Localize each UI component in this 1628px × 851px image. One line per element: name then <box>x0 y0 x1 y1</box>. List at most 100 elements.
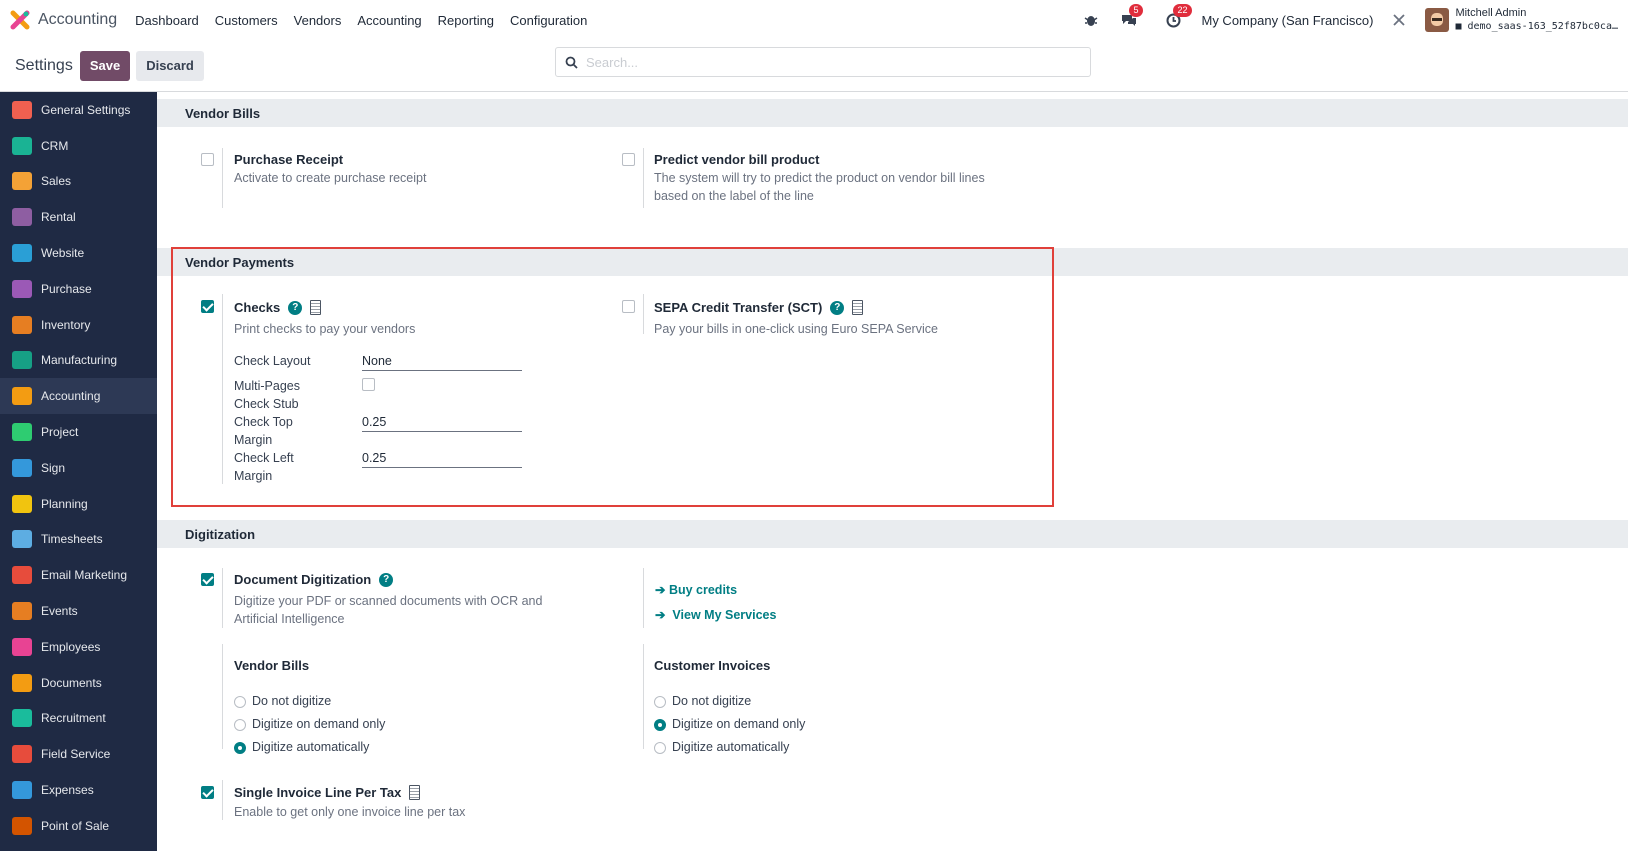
sidebar-item-email-marketing[interactable]: Email Marketing <box>0 557 157 593</box>
messages-icon[interactable]: 5 <box>1119 4 1143 30</box>
sidebar-item-label: Expenses <box>41 783 94 798</box>
expenses-icon <box>12 781 32 800</box>
events-icon <box>12 602 32 621</box>
predict-product-desc-2: based on the label of the line <box>654 189 814 203</box>
sidebar-item-label: Sign <box>41 460 66 475</box>
radio-button[interactable] <box>654 741 666 754</box>
sidebar-item-website[interactable]: Website <box>0 235 157 271</box>
app-name: Accounting <box>38 11 118 28</box>
sales-icon <box>12 172 32 191</box>
user-menu[interactable]: Mitchell Admin ■ demo_saas-163_52f87bc0c… <box>1455 7 1618 33</box>
company-switcher[interactable]: My Company (San Francisco) <box>1201 13 1373 28</box>
multi-pages-label-1: Multi-Pages <box>234 379 300 393</box>
sidebar-item-point-of-sale[interactable]: Point of Sale <box>0 808 157 844</box>
sidebar-item-label: Inventory <box>41 317 91 332</box>
section-header-vendor-bills: Vendor Bills <box>157 99 1628 127</box>
left-margin-field[interactable]: 0.25 <box>362 450 522 468</box>
radio-option[interactable]: Do not digitize <box>654 690 805 713</box>
checks-title-row: Checks ? <box>234 300 322 315</box>
top-margin-field[interactable]: 0.25 <box>362 414 522 432</box>
radio-button-selected[interactable] <box>234 741 246 754</box>
sidebar-item-planning[interactable]: Planning <box>0 486 157 522</box>
divider <box>222 780 223 820</box>
radio-button-selected[interactable] <box>654 718 666 731</box>
radio-button[interactable] <box>234 695 246 708</box>
help-icon[interactable]: ? <box>830 300 845 315</box>
single-line-checkbox[interactable] <box>201 786 214 799</box>
checks-checkbox[interactable] <box>201 300 214 313</box>
menu-configuration[interactable]: Configuration <box>502 13 595 28</box>
save-button[interactable]: Save <box>79 50 131 81</box>
predict-product-checkbox[interactable] <box>622 153 635 166</box>
search-input[interactable] <box>586 54 1066 70</box>
sidebar-item-accounting[interactable]: Accounting <box>0 378 157 415</box>
sidebar-item-rental[interactable]: Rental <box>0 199 157 235</box>
customer-invoices-radio-group: Do not digitize Digitize on demand only … <box>654 690 805 759</box>
radio-button[interactable] <box>234 718 246 731</box>
app-brand[interactable]: Accounting <box>10 10 117 30</box>
menu-customers[interactable]: Customers <box>207 13 286 28</box>
sidebar-item-purchase[interactable]: Purchase <box>0 271 157 307</box>
rental-icon <box>12 208 32 227</box>
menu-reporting[interactable]: Reporting <box>430 13 502 28</box>
sidebar-item-inventory[interactable]: Inventory <box>0 307 157 343</box>
sidebar-item-sales[interactable]: Sales <box>0 164 157 200</box>
activities-icon[interactable]: 22 <box>1163 4 1192 30</box>
sidebar-item-label: Events <box>41 604 78 619</box>
menu-dashboard[interactable]: Dashboard <box>127 13 207 28</box>
purchase-receipt-checkbox[interactable] <box>201 153 214 166</box>
sidebar-item-field-service[interactable]: Field Service <box>0 736 157 772</box>
settings-search[interactable] <box>555 47 1091 77</box>
settings-sidebar: General Settings CRM Sales Rental Website Pur… <box>0 92 157 851</box>
radio-option[interactable]: Digitize on demand only <box>234 713 385 736</box>
bug-icon[interactable] <box>1081 10 1101 30</box>
view-services-link[interactable]: ➔ View My Services <box>655 607 776 623</box>
sidebar-item-general-settings[interactable]: General Settings <box>0 92 157 128</box>
radio-label: Digitize on demand only <box>252 717 386 732</box>
divider <box>643 644 644 749</box>
sidebar-item-sign[interactable]: Sign <box>0 450 157 486</box>
buy-credits-link[interactable]: ➔ Buy credits <box>655 582 737 598</box>
predict-product-desc-1: The system will try to predict the produ… <box>654 171 985 185</box>
activities-badge: 22 <box>1173 4 1192 17</box>
multi-pages-checkbox[interactable] <box>362 378 375 391</box>
radio-option[interactable]: Digitize automatically <box>234 736 385 759</box>
document-digitization-checkbox[interactable] <box>201 573 214 586</box>
sidebar-item-manufacturing[interactable]: Manufacturing <box>0 343 157 379</box>
check-layout-field[interactable]: None <box>362 353 522 371</box>
sepa-title-row: SEPA Credit Transfer (SCT) ? <box>654 300 864 315</box>
sidebar-item-employees[interactable]: Employees <box>0 629 157 665</box>
tools-icon[interactable] <box>1389 10 1409 30</box>
menu-accounting[interactable]: Accounting <box>349 13 429 28</box>
discard-button[interactable]: Discard <box>136 50 204 81</box>
section-title: Digitization <box>185 527 256 542</box>
single-line-title-row: Single Invoice Line Per Tax <box>234 785 421 800</box>
radio-option[interactable]: Digitize on demand only <box>654 713 805 736</box>
multi-pages-label-2: Check Stub <box>234 397 299 411</box>
sidebar-item-label: Timesheets <box>41 532 103 547</box>
website-icon <box>12 244 32 263</box>
company-building-icon <box>409 785 421 800</box>
divider <box>222 148 223 208</box>
sidebar-item-timesheets[interactable]: Timesheets <box>0 522 157 558</box>
accounting-icon <box>12 387 32 406</box>
database-name: ■ demo_saas-163_52f87bc0ca… <box>1455 20 1618 33</box>
sepa-checkbox[interactable] <box>622 300 635 313</box>
help-icon[interactable]: ? <box>379 572 394 587</box>
help-icon[interactable]: ? <box>288 300 303 315</box>
sidebar-item-recruitment[interactable]: Recruitment <box>0 701 157 737</box>
user-avatar[interactable] <box>1425 8 1450 32</box>
top-margin-label-1: Check Top <box>234 415 293 429</box>
radio-option[interactable]: Digitize automatically <box>654 736 805 759</box>
sidebar-item-events[interactable]: Events <box>0 593 157 629</box>
radio-label: Digitize automatically <box>252 740 370 755</box>
radio-option[interactable]: Do not digitize <box>234 690 385 713</box>
sidebar-item-documents[interactable]: Documents <box>0 665 157 701</box>
radio-button[interactable] <box>654 695 666 708</box>
section-header-digitization: Digitization <box>157 520 1628 548</box>
sidebar-item-expenses[interactable]: Expenses <box>0 772 157 808</box>
sidebar-item-label: Manufacturing <box>41 353 118 368</box>
menu-vendors[interactable]: Vendors <box>286 13 350 28</box>
sidebar-item-project[interactable]: Project <box>0 414 157 450</box>
sidebar-item-crm[interactable]: CRM <box>0 128 157 164</box>
